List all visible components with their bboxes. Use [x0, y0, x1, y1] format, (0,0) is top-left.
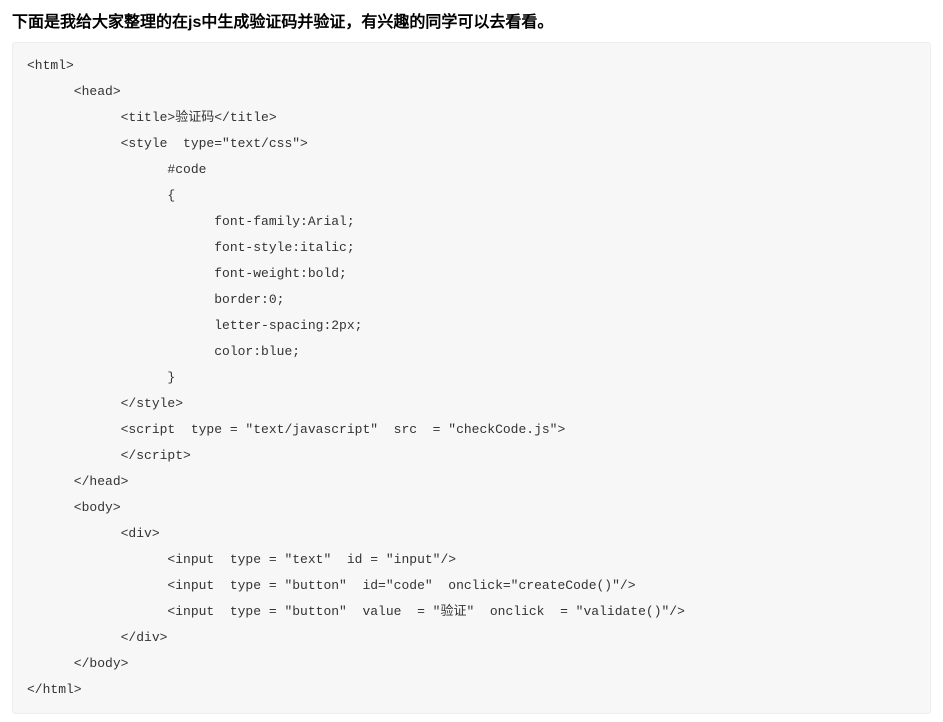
- code-block: <html> <head> <title>验证码</title> <style …: [12, 42, 931, 714]
- code-line: </style>: [27, 391, 916, 417]
- code-line: border:0;: [27, 287, 916, 313]
- code-line: <input type = "button" value = "验证" oncl…: [27, 599, 916, 625]
- code-line: <html>: [27, 53, 916, 79]
- code-line: font-style:italic;: [27, 235, 916, 261]
- code-line: <input type = "button" id="code" onclick…: [27, 573, 916, 599]
- code-line: </head>: [27, 469, 916, 495]
- code-line: <script type = "text/javascript" src = "…: [27, 417, 916, 443]
- code-line: <style type="text/css">: [27, 131, 916, 157]
- code-line: </div>: [27, 625, 916, 651]
- code-line: <div>: [27, 521, 916, 547]
- page-heading: 下面是我给大家整理的在js中生成验证码并验证，有兴趣的同学可以去看看。: [12, 8, 931, 32]
- code-line: #code: [27, 157, 916, 183]
- code-line: <head>: [27, 79, 916, 105]
- code-line: </body>: [27, 651, 916, 677]
- code-line: }: [27, 365, 916, 391]
- code-line: font-weight:bold;: [27, 261, 916, 287]
- code-line: color:blue;: [27, 339, 916, 365]
- code-line: <body>: [27, 495, 916, 521]
- code-line: <input type = "text" id = "input"/>: [27, 547, 916, 573]
- code-line: {: [27, 183, 916, 209]
- code-line: </html>: [27, 677, 916, 703]
- code-line: <title>验证码</title>: [27, 105, 916, 131]
- code-line: letter-spacing:2px;: [27, 313, 916, 339]
- code-line: font-family:Arial;: [27, 209, 916, 235]
- code-line: </script>: [27, 443, 916, 469]
